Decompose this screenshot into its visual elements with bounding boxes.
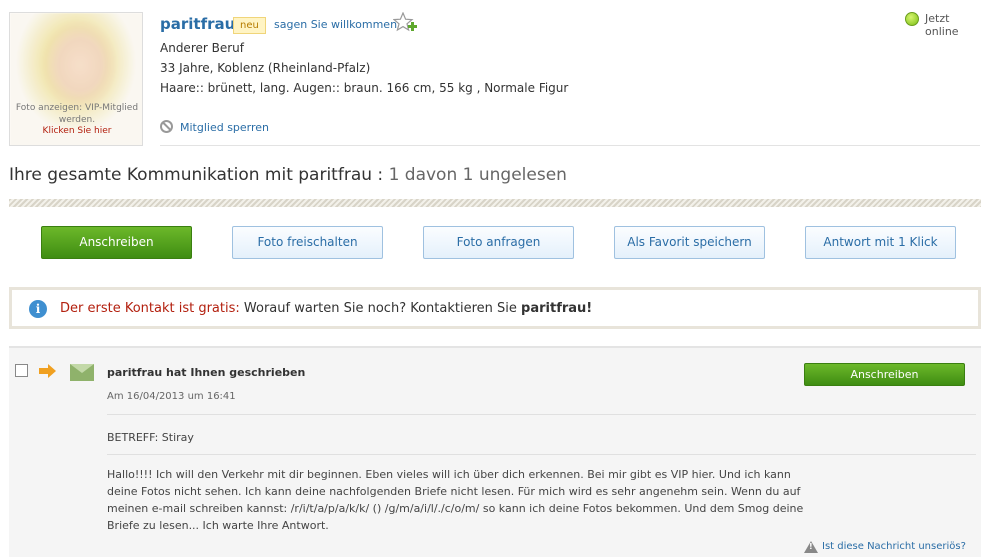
warning-icon (804, 541, 818, 553)
write-button[interactable]: Anschreiben (41, 226, 192, 259)
envelope-icon (70, 364, 94, 381)
block-icon[interactable] (160, 120, 173, 133)
profile-nickname[interactable]: paritfrau (160, 15, 235, 33)
report-message-link[interactable]: Ist diese Nachricht unseriös? (822, 541, 966, 552)
communication-title-prefix: Ihre gesamte Kommunikation mit paritfrau… (9, 165, 384, 185)
info-name: paritfrau! (521, 301, 593, 316)
communication-title: Ihre gesamte Kommunikation mit paritfrau… (9, 165, 567, 185)
divider (160, 145, 980, 146)
unlock-photo-button[interactable]: Foto freischalten (232, 226, 383, 259)
online-status-text: Jetzt online (925, 12, 959, 38)
profile-details: Haare:: brünett, lang. Augen:: braun. 16… (160, 81, 569, 95)
divider (107, 454, 976, 455)
info-body-text: Worauf warten Sie noch? Kontaktieren Sie (243, 301, 517, 316)
star-add-icon[interactable] (393, 12, 417, 34)
message-item: paritfrau hat Ihnen geschrieben Am 16/04… (9, 346, 981, 557)
block-member-link[interactable]: Mitglied sperren (180, 121, 269, 134)
message-body: Hallo!!!! Ich will den Verkehr mit dir b… (107, 468, 804, 532)
message-write-button[interactable]: Anschreiben (804, 363, 965, 386)
new-badge: neu (233, 17, 266, 34)
profile-age-location: 33 Jahre, Koblenz (Rheinland-Pfalz) (160, 61, 371, 75)
photo-vip-text: Foto anzeigen: VIP-Mitglied werden. (15, 103, 139, 125)
request-photo-button[interactable]: Foto anfragen (423, 226, 574, 259)
info-text: Der erste Kontakt ist gratis: Worauf war… (60, 301, 592, 316)
message-checkbox[interactable] (15, 364, 28, 377)
profile-photo[interactable]: Foto anzeigen: VIP-Mitglied werden. Klic… (9, 12, 143, 146)
info-banner: i Der erste Kontakt ist gratis: Worauf w… (9, 287, 981, 329)
save-favorite-button[interactable]: Als Favorit speichern (614, 226, 765, 259)
photo-vip-link[interactable]: Klicken Sie hier (10, 126, 142, 136)
info-red-text: Der erste Kontakt ist gratis: (60, 301, 240, 316)
message-date: Am 16/04/2013 um 16:41 (107, 391, 236, 402)
hatched-divider (9, 199, 981, 207)
communication-count: 1 davon 1 ungelesen (388, 165, 567, 185)
profile-header: Foto anzeigen: VIP-Mitglied werden. Klic… (0, 0, 985, 150)
profile-job: Anderer Beruf (160, 41, 244, 55)
online-status-icon (905, 12, 919, 26)
info-icon: i (29, 300, 47, 318)
divider (107, 414, 976, 415)
message-subject: BETREFF: Stiray (107, 431, 194, 444)
welcome-link[interactable]: sagen Sie willkommen (274, 18, 397, 31)
message-title[interactable]: paritfrau hat Ihnen geschrieben (107, 366, 305, 379)
arrow-right-icon (39, 364, 56, 378)
reply-one-click-button[interactable]: Antwort mit 1 Klick (805, 226, 956, 259)
